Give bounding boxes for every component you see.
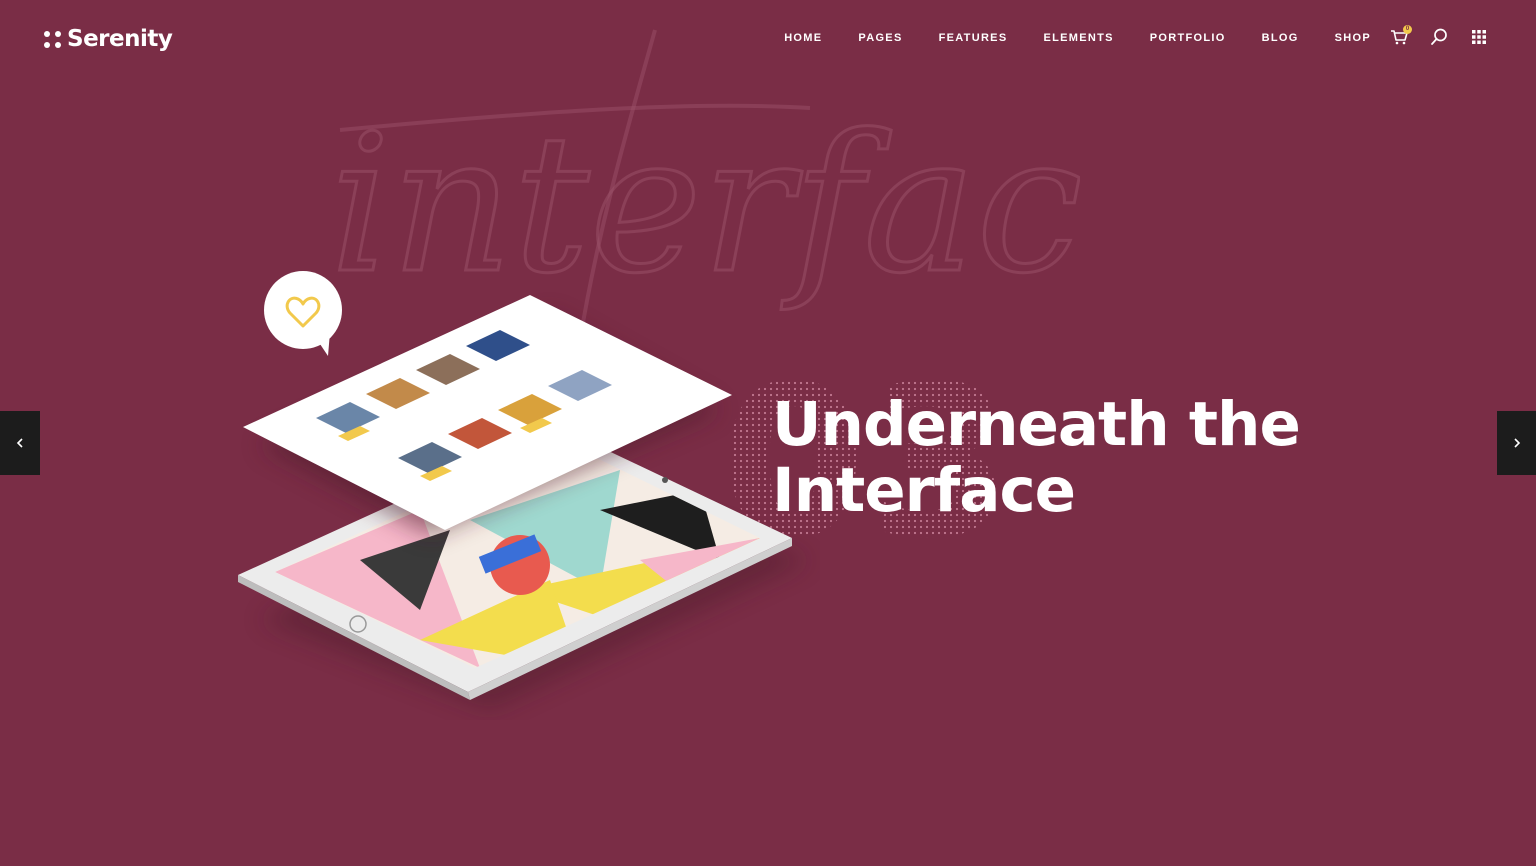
hero-slider: interface 03	[0, 0, 1536, 866]
headline-line-1: Underneath the	[772, 389, 1301, 460]
cart-count-badge: 0	[1403, 25, 1412, 34]
grid-menu-button[interactable]	[1470, 28, 1488, 46]
search-icon	[1431, 28, 1447, 45]
heart-bubble	[264, 271, 342, 356]
slider-prev-button[interactable]	[0, 411, 40, 475]
nav-item-blog[interactable]: BLOG	[1262, 31, 1299, 45]
chevron-right-icon	[1513, 438, 1520, 448]
grid-menu-icon	[1472, 30, 1486, 44]
logo-dots-icon	[44, 30, 61, 48]
brand-logo[interactable]: Serenity	[44, 26, 173, 52]
brand-name: Serenity	[67, 26, 173, 52]
nav-item-features[interactable]: FEATURES	[939, 31, 1008, 45]
nav-item-home[interactable]: HOME	[784, 31, 822, 45]
main-nav: HOME PAGES FEATURES ELEMENTS PORTFOLIO B…	[748, 31, 1371, 45]
nav-item-shop[interactable]: SHOP	[1335, 31, 1371, 45]
chevron-left-icon	[16, 438, 23, 448]
slide-headline: Underneath the Interface	[772, 389, 1301, 526]
header-tools: 0	[1390, 25, 1488, 46]
headline-line-2: Interface	[772, 455, 1076, 526]
slider-next-button[interactable]	[1497, 411, 1536, 475]
nav-item-elements[interactable]: ELEMENTS	[1043, 31, 1113, 45]
search-button[interactable]	[1430, 28, 1448, 46]
cart-button[interactable]: 0	[1390, 25, 1412, 46]
tablet-mockup-illustration	[238, 271, 810, 710]
nav-item-pages[interactable]: PAGES	[858, 31, 902, 45]
nav-item-portfolio[interactable]: PORTFOLIO	[1150, 31, 1226, 45]
